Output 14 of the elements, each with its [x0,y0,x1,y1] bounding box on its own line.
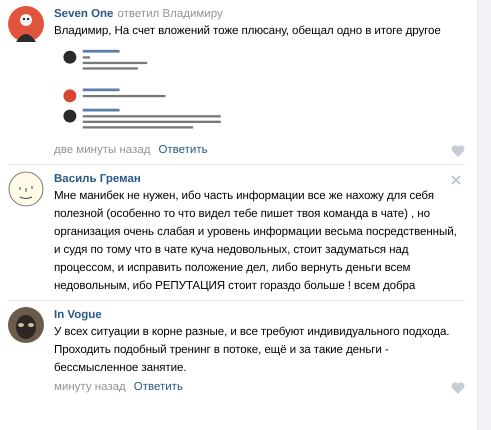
close-icon[interactable] [451,175,461,186]
like-icon[interactable] [451,144,465,157]
like-icon[interactable] [451,382,465,394]
comment-text: Владимир, На счет вложений тоже плюсану, обещал одно в итоге другое [54,23,442,39]
reply-link[interactable]: Ответить [158,142,208,160]
avatar [8,6,44,42]
avatar [8,307,44,344]
comment-text: Мне манибек не нужен, ибо часть информации все же нахожу для себя полезной (особенно то что видел тебе пишет твоя команда в чате) , но организация очень слабая и уровень информации весьма посредственный, и судя по тому что в чате куча недовольных, стоит задуматься над процессом, и исправить положение дел, либо вернуть деньги всем недовольным, ибо РЕПУТАЦИЯ стоит гораздо больше ! всем добра [54,188,458,294]
comment-text: У всех ситуации в корне разные, и все требуют индивидуального подхода. Проходить подобный тренинг в потоке, ещё и за такие деньги - бессмысленное занятие. [54,324,450,376]
reply-link[interactable]: Ответить [134,379,183,396]
author-name[interactable]: Василь Греман [54,173,141,186]
avatar [8,171,44,208]
author-name[interactable]: Seven One [54,8,114,20]
author-name[interactable]: In Vogue [54,309,102,322]
